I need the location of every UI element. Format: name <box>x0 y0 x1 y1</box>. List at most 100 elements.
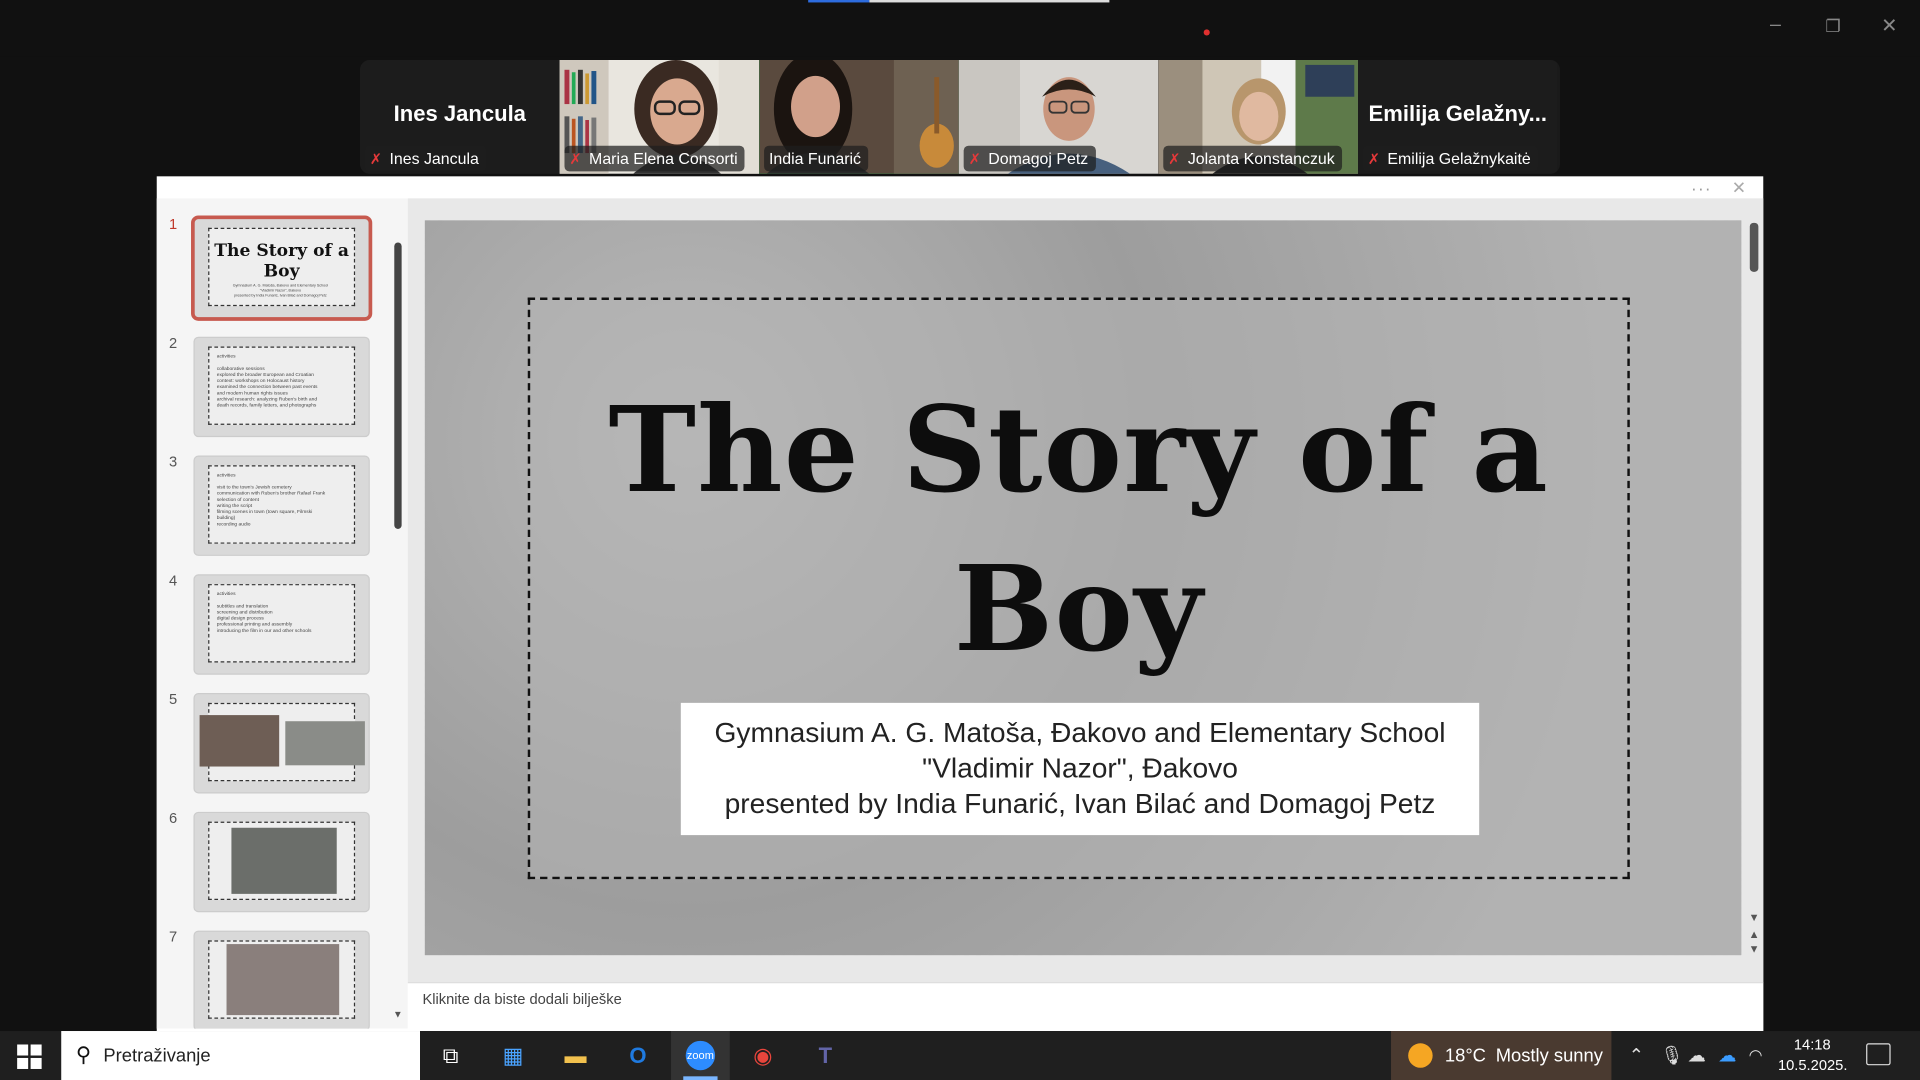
scroll-down-icon[interactable]: ▼ <box>393 1009 403 1020</box>
teams-icon[interactable]: T <box>796 1031 855 1080</box>
thumbnail-photo <box>285 721 365 766</box>
notes-placeholder: Kliknite da biste dodali bilješke <box>422 990 622 1008</box>
thumbnail-number: 6 <box>168 809 178 827</box>
windows-taskbar: ⚲ Pretraživanje ⧉ ▦ ▬ O zoom ◉ T 18°C Mo… <box>0 1031 1920 1080</box>
thumbnail-photo <box>231 827 337 894</box>
thumbnail-scrollbar[interactable] <box>394 242 402 529</box>
participant-display-name: Ines Jancula <box>393 101 526 127</box>
thumbnail-text: Gymnasium A. G. Matoša, Đakovo and Eleme… <box>232 282 329 298</box>
participant-tile[interactable]: ✗ Domagoj Petz <box>958 60 1159 174</box>
next-slide-icon[interactable]: ▼ <box>1749 943 1760 955</box>
shared-screen-powerpoint: ··· ✕ 1 The Story of a Boy Gymnasium A. … <box>156 176 1764 1032</box>
slide-thumbnail[interactable]: The Story of a Boy Gymnasium A. G. Matoš… <box>191 215 373 321</box>
mic-muted-icon: ✗ <box>968 150 981 168</box>
slide-thumbnail[interactable] <box>193 693 370 794</box>
thumbnail-frame: activities collaborative sessions explor… <box>208 346 356 425</box>
windows-start-icon[interactable] <box>17 1044 42 1069</box>
participant-label: Emilija Gelažnykaitė <box>1387 149 1531 168</box>
zoom-icon[interactable]: zoom <box>671 1031 730 1080</box>
participant-name-tag: ✗ Maria Elena Consorti <box>564 145 746 172</box>
slide-subtitle-line: presented by India Funarić, Ivan Bilać a… <box>724 787 1436 820</box>
notifications-icon[interactable] <box>1866 1043 1891 1066</box>
thumbnail-frame <box>208 821 356 901</box>
search-placeholder: Pretraživanje <box>103 1045 211 1066</box>
thumbnail-number: 2 <box>168 334 178 352</box>
participant-name-tag: ✗ Emilija Gelažnykaitė <box>1362 145 1539 172</box>
participant-label: India Funarić <box>768 149 862 168</box>
slide-title-line: Boy <box>953 540 1204 679</box>
participant-tile[interactable]: Emilija Gelažny... ✗ Emilija Gelažnykaitė <box>1357 60 1558 174</box>
clock-time: 14:18 <box>1793 1035 1831 1054</box>
participant-name-tag: India Funarić <box>764 145 869 172</box>
weather-temp: 18°C <box>1444 1045 1486 1066</box>
slide-thumbnail[interactable] <box>193 811 370 913</box>
participant-name-tag: ✗ Jolanta Konstanczuk <box>1163 145 1343 172</box>
thumbnail-frame <box>208 940 356 1019</box>
slide-thumbnail[interactable]: activities visit to the town's Jewish ce… <box>193 455 370 556</box>
notes-pane[interactable]: Kliknite da biste dodali bilješke <box>407 982 1764 1032</box>
thumbnail-frame <box>199 702 365 782</box>
participant-strip: Ines Jancula ✗ Ines Jancula ✗ Maria Elena … <box>360 60 1561 174</box>
microsoft-store-icon[interactable]: ▦ <box>484 1031 543 1080</box>
slide-title[interactable]: The Story of a Boy <box>530 371 1627 689</box>
thumbnail-number: 1 <box>168 215 178 233</box>
slide-thumbnails-pane: 1 The Story of a Boy Gymnasium A. G. Mat… <box>156 198 408 1029</box>
wifi-icon[interactable]: ◠ <box>1749 1031 1763 1080</box>
participant-label: Jolanta Konstanczuk <box>1187 149 1335 168</box>
thumbnail-frame: The Story of a Boy Gymnasium A. G. Matoš… <box>208 227 356 307</box>
slide-subtitle-line: "Vladimir Nazor", Đakovo <box>922 751 1238 784</box>
slide-thumbnail[interactable] <box>193 930 370 1029</box>
thumbnail-number: 5 <box>168 690 178 708</box>
taskbar-search[interactable]: ⚲ Pretraživanje <box>61 1031 421 1080</box>
participant-label: Maria Elena Consorti <box>589 149 738 168</box>
close-button[interactable]: ✕ <box>1873 10 1905 42</box>
microphone-icon[interactable]: 🎙 <box>1660 1031 1683 1080</box>
restore-button[interactable]: ❐ <box>1817 10 1849 42</box>
title-placeholder-frame: The Story of a Boy Gymnasium A. G. Matoš… <box>527 297 1630 880</box>
participant-tile[interactable]: Ines Jancula ✗ Ines Jancula <box>360 60 560 174</box>
share-indicator <box>869 0 1110 3</box>
mic-muted-icon: ✗ <box>1168 150 1181 168</box>
slide-subtitle-line: Gymnasium A. G. Matoša, Đakovo and Eleme… <box>714 716 1446 749</box>
slide-thumbnail[interactable]: activities collaborative sessions explor… <box>193 336 370 438</box>
tab-indicator <box>808 0 870 3</box>
onedrive-icon[interactable]: ☁ <box>1687 1031 1705 1080</box>
mic-muted-icon: ✗ <box>369 150 383 168</box>
thumbnail-frame: activities visit to the town's Jewish ce… <box>208 465 356 544</box>
participant-tile[interactable]: ✗ Jolanta Konstanczuk <box>1158 60 1358 174</box>
more-options-icon[interactable]: ··· <box>1691 179 1712 199</box>
slide-thumbnail[interactable]: activities subtitles and translation scr… <box>193 574 370 675</box>
sun-icon <box>1408 1043 1433 1068</box>
outlook-icon[interactable]: O <box>609 1031 668 1080</box>
weather-widget[interactable]: 18°C Mostly sunny <box>1391 1031 1612 1080</box>
file-explorer-icon[interactable]: ▬ <box>546 1031 605 1080</box>
scroll-down-icon[interactable]: ▼ <box>1749 911 1760 923</box>
active-indicator <box>683 1076 718 1080</box>
current-slide[interactable]: The Story of a Boy Gymnasium A. G. Matoš… <box>424 220 1742 956</box>
recording-dot <box>1203 29 1210 36</box>
thumbnail-text: activities visit to the town's Jewish ce… <box>216 471 326 527</box>
chevron-up-icon[interactable]: ⌃ <box>1629 1031 1644 1080</box>
participant-label: Domagoj Petz <box>988 149 1089 168</box>
participant-display-name: Emilija Gelažny... <box>1368 101 1547 127</box>
search-icon: ⚲ <box>75 1043 92 1067</box>
participant-tile[interactable]: ✗ Maria Elena Consorti <box>559 60 760 174</box>
thumbnail-number: 3 <box>168 453 178 471</box>
clock[interactable]: 14:18 10.5.2025. <box>1778 1035 1847 1077</box>
close-share-icon[interactable]: ✕ <box>1732 178 1746 199</box>
chrome-icon[interactable]: ◉ <box>733 1031 792 1080</box>
mic-muted-icon: ✗ <box>1367 150 1381 168</box>
thumbnail-title: The Story of a Boy <box>214 241 349 282</box>
slide-scrollbar[interactable] <box>1749 222 1759 272</box>
minimize-button[interactable]: – <box>1760 10 1792 42</box>
participant-name-tag: ✗ Ines Jancula <box>364 145 487 172</box>
slide-editor-area: The Story of a Boy Gymnasium A. G. Matoš… <box>407 198 1764 983</box>
zoom-top-bar: – ❐ ✕ <box>0 0 1920 57</box>
onedrive-business-icon[interactable]: ☁ <box>1718 1031 1736 1080</box>
previous-slide-icon[interactable]: ▲ <box>1749 928 1760 940</box>
weather-condition: Mostly sunny <box>1495 1045 1603 1066</box>
task-view-icon[interactable]: ⧉ <box>421 1031 480 1080</box>
thumbnail-frame: activities subtitles and translation scr… <box>208 584 356 663</box>
participant-tile-active-speaker[interactable]: India Funarić <box>759 60 959 174</box>
slide-subtitle-box[interactable]: Gymnasium A. G. Matoša, Đakovo and Eleme… <box>680 702 1480 836</box>
